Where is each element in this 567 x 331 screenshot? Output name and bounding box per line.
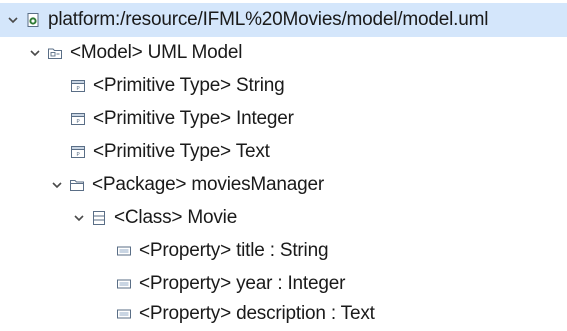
tree-item-label: <Primitive Type> Integer — [93, 108, 294, 129]
tree-item-primitive-type[interactable]: P <Primitive Type> String — [70, 69, 285, 103]
tree-item-label: platform:/resource/IFML%20Movies/model/m… — [48, 9, 489, 30]
model-icon — [47, 45, 63, 61]
class-icon — [91, 210, 107, 226]
tree-item-label: <Primitive Type> Text — [93, 141, 270, 162]
tree-item-label: <Model> UML Model — [70, 42, 243, 63]
tree-item-property[interactable]: <Property> year : Integer — [116, 267, 345, 301]
property-icon — [116, 243, 132, 259]
property-icon — [116, 276, 132, 292]
tree-item-label: <Property> title : String — [139, 240, 329, 261]
tree-item-primitive-type[interactable]: P <Primitive Type> Text — [70, 135, 270, 169]
tree-item-label: <Primitive Type> String — [93, 75, 285, 96]
tree-item-class[interactable]: <Class> Movie — [72, 201, 237, 235]
tree-item-label: <Property> description : Text — [139, 303, 375, 324]
primitive-type-icon: P — [70, 111, 86, 127]
tree-item-property[interactable]: <Property> title : String — [116, 234, 329, 268]
primitive-type-icon: P — [70, 144, 86, 160]
tree-item-root[interactable]: platform:/resource/IFML%20Movies/model/m… — [0, 3, 567, 37]
tree-item-label: <Package> moviesManager — [92, 174, 324, 195]
property-icon — [116, 306, 132, 322]
chevron-down-icon[interactable] — [6, 13, 20, 27]
tree-item-primitive-type[interactable]: P <Primitive Type> Integer — [70, 102, 294, 136]
primitive-type-icon: P — [70, 78, 86, 94]
tree-item-package[interactable]: <Package> moviesManager — [50, 168, 324, 202]
tree-item-label: <Class> Movie — [114, 207, 238, 228]
tree-item-model[interactable]: <Model> UML Model — [28, 36, 242, 70]
tree-item-label: <Property> year : Integer — [139, 273, 346, 294]
chevron-down-icon[interactable] — [28, 46, 42, 60]
resource-file-icon — [25, 12, 41, 28]
package-icon — [69, 177, 85, 193]
chevron-down-icon[interactable] — [72, 211, 86, 225]
chevron-down-icon[interactable] — [50, 178, 64, 192]
model-tree: platform:/resource/IFML%20Movies/model/m… — [0, 0, 567, 329]
tree-item-property[interactable]: <Property> description : Text — [116, 297, 375, 331]
